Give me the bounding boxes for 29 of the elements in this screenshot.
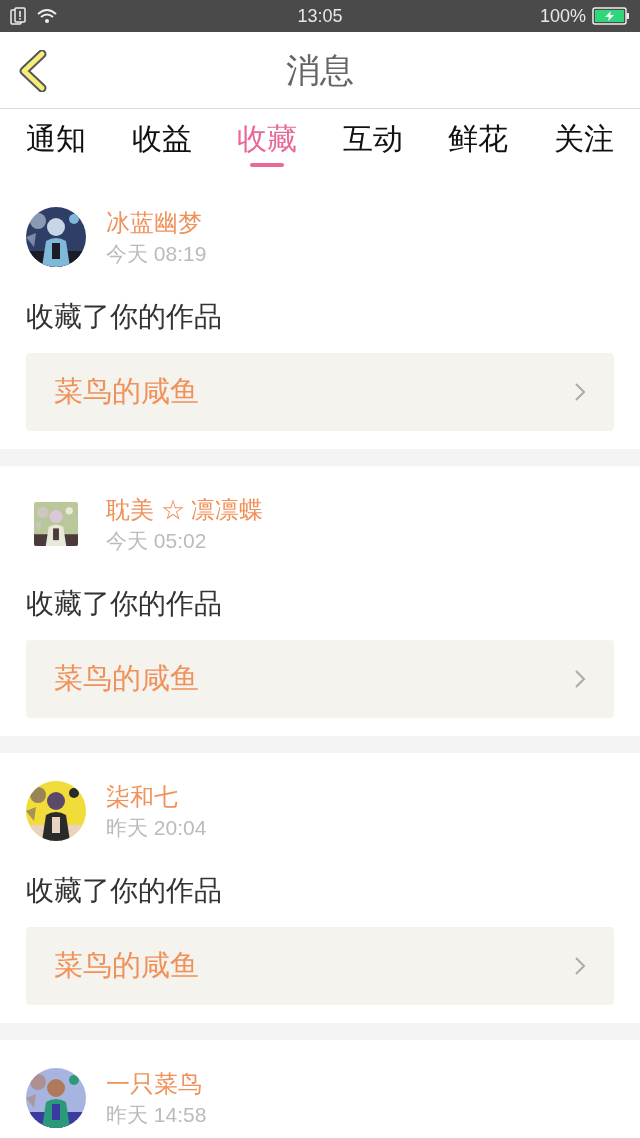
chevron-right-icon [574,382,586,402]
message-time: 昨天 20:04 [106,815,207,841]
user-name[interactable]: 冰蓝幽梦 [106,206,207,240]
tab[interactable]: 通知 [26,121,86,167]
tab[interactable]: 收益 [131,121,192,167]
page-title: 消息 [286,49,354,91]
message-text: 收藏了你的作品 [26,587,223,621]
message-time: 昨天 14:58 [106,1102,207,1128]
battery-percent: 100% [539,4,586,28]
user-name[interactable]: 一只菜鸟 [106,1067,207,1101]
user-name[interactable]: 柒和七 [106,780,207,814]
user-name[interactable]: 耽美 ☆ 凛凛蝶 [106,493,264,527]
tab[interactable]: 互动 [342,121,403,167]
work-link[interactable]: 菜鸟的咸鱼 [26,640,614,718]
message-text: 收藏了你的作品 [26,874,223,908]
work-link[interactable]: 菜鸟的咸鱼 [26,353,614,431]
tab[interactable]: 关注 [553,121,614,167]
wifi-icon [36,7,58,25]
chevron-right-icon [574,669,586,689]
work-link[interactable]: 菜鸟的咸鱼 [26,927,614,1005]
back-icon[interactable] [18,50,48,92]
message-text: 收藏了你的作品 [26,300,223,334]
status-time: 13:05 [297,4,343,28]
message-time: 今天 08:19 [106,241,207,267]
chevron-right-icon [574,956,586,976]
tab[interactable]: 收藏 [237,121,298,167]
sim-alert-icon [10,7,26,25]
tab[interactable]: 鲜花 [448,121,509,167]
message-time: 今天 05:02 [106,528,208,554]
